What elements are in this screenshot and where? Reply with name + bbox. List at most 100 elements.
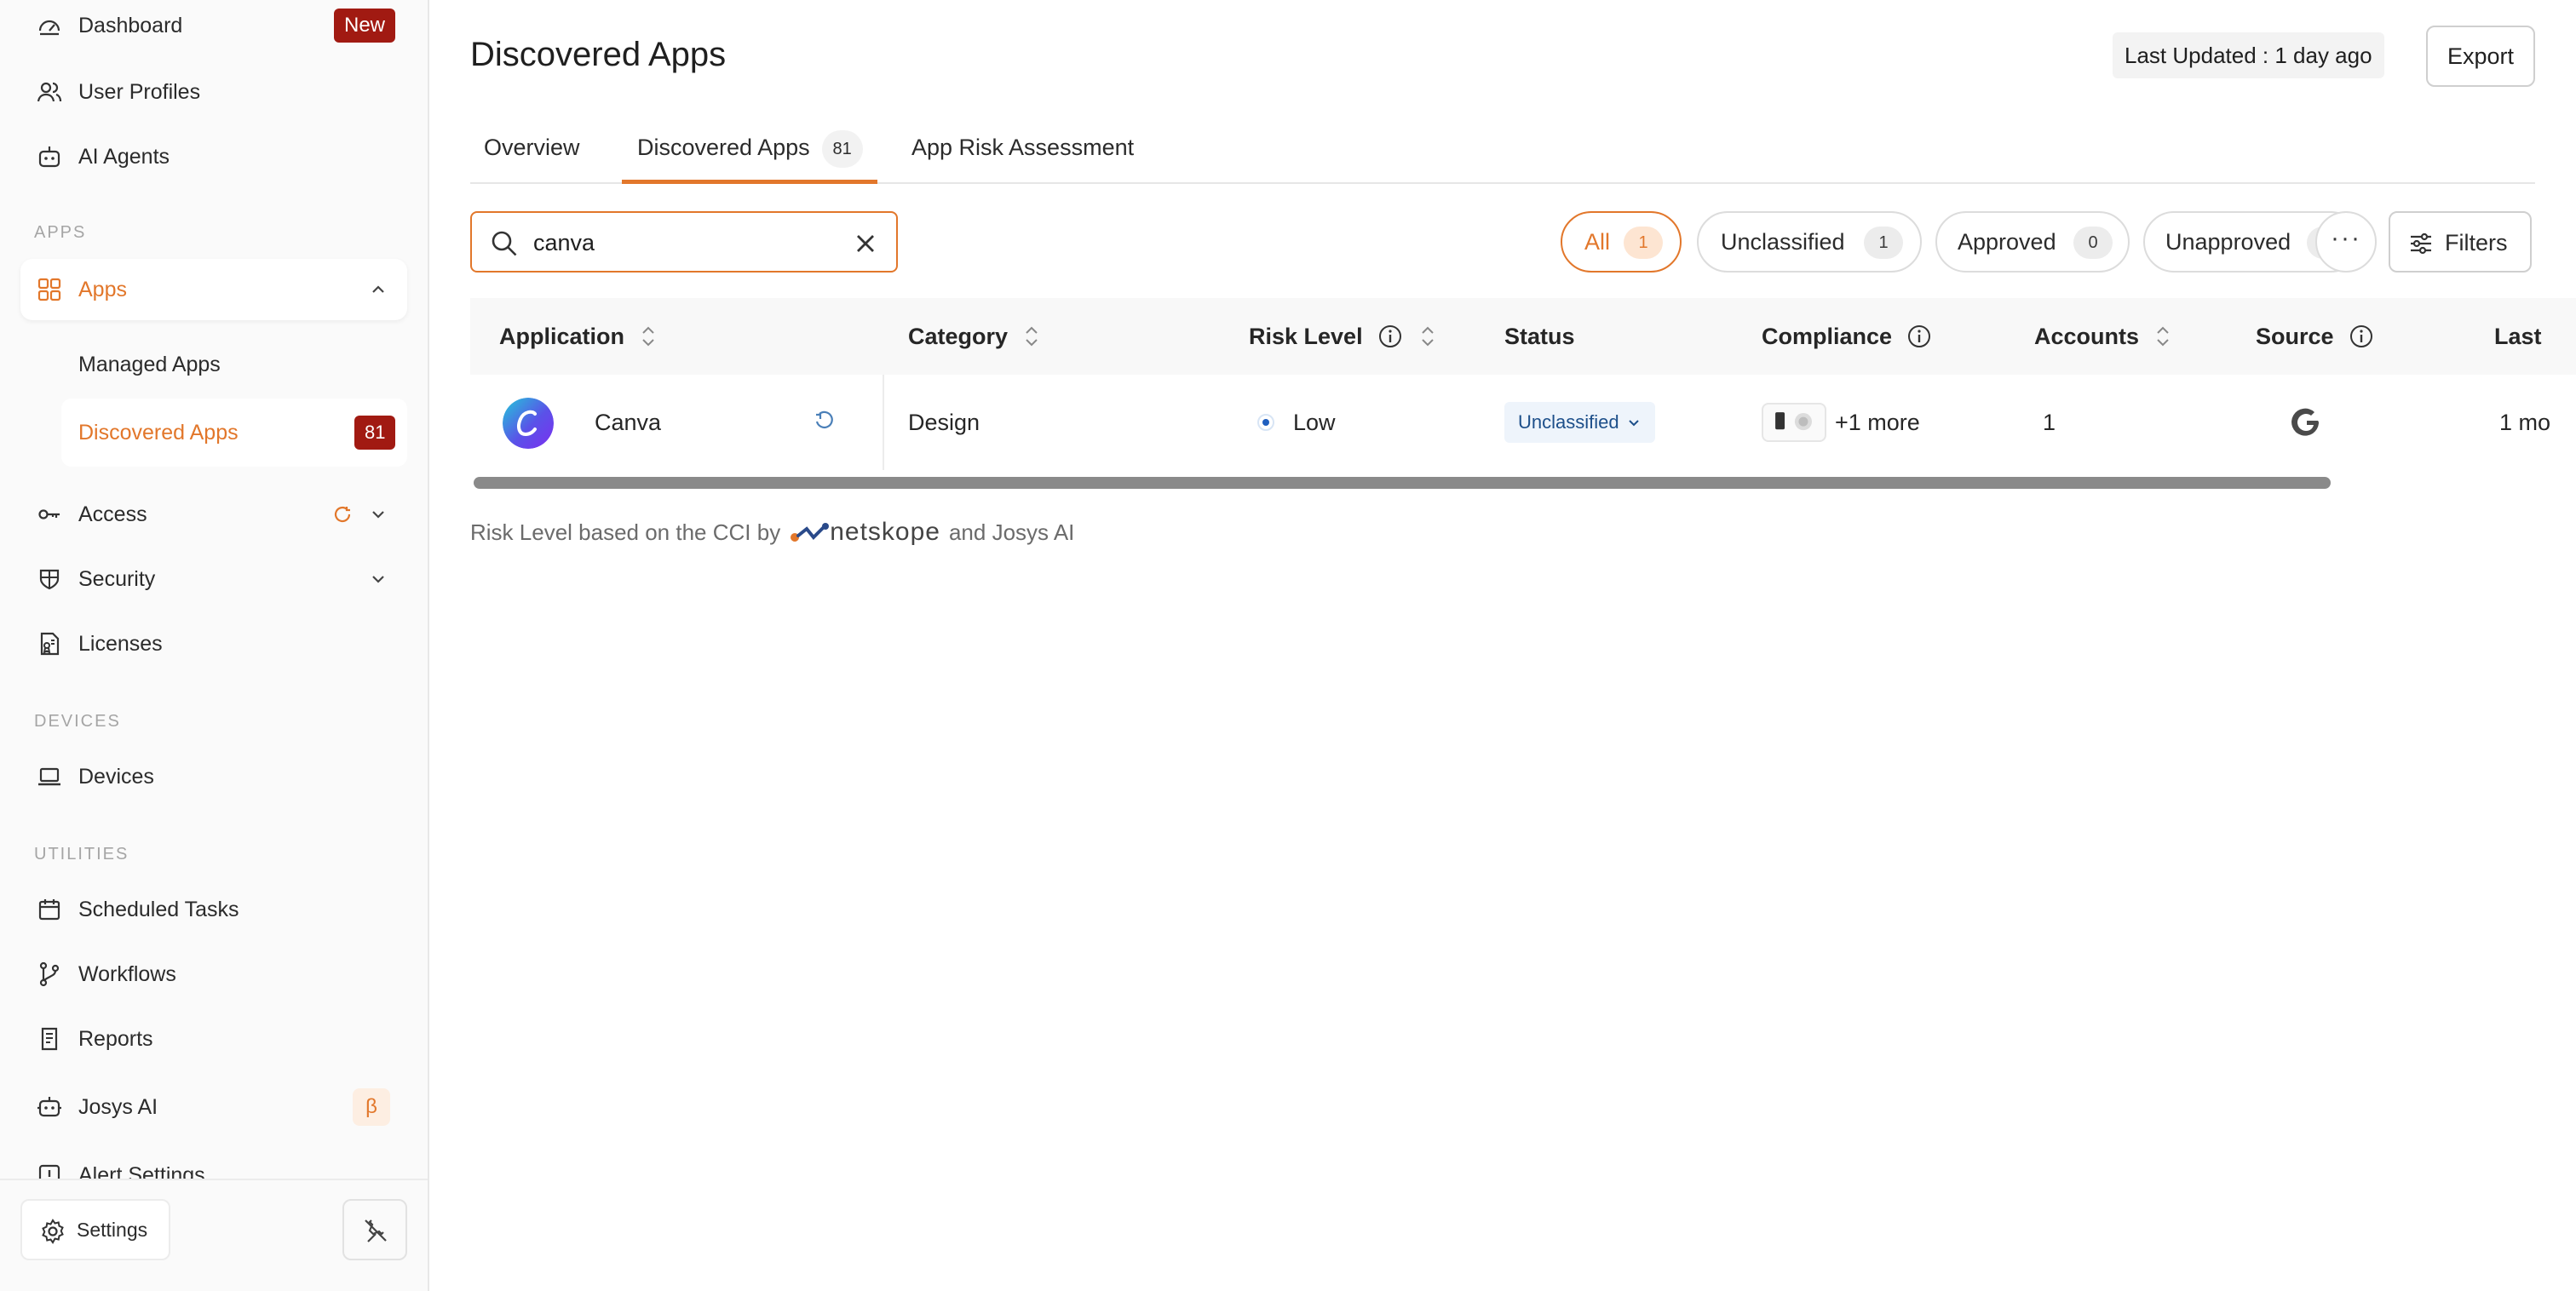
filter-chip-unclassified[interactable]: Unclassified 1 — [1697, 211, 1922, 273]
bot-icon — [37, 1097, 61, 1117]
sidebar-item-scheduled-tasks[interactable]: Scheduled Tasks — [20, 879, 407, 940]
column-header-source[interactable]: Source — [2256, 298, 2375, 375]
info-icon[interactable] — [2348, 323, 2375, 350]
info-icon[interactable] — [1377, 323, 1404, 350]
column-header-last[interactable]: Last — [2494, 298, 2542, 375]
sidebar-item-label: Apps — [78, 277, 127, 301]
sidebar-item-licenses[interactable]: Licenses — [20, 613, 407, 674]
sidebar-subitem-managed-apps[interactable]: Managed Apps — [61, 330, 407, 399]
sort-icon[interactable] — [2153, 321, 2173, 352]
footnote-suffix: and Josys AI — [948, 519, 1075, 545]
unpin-icon — [365, 1219, 387, 1242]
sidebar-item-user-profiles[interactable]: User Profiles — [20, 61, 407, 123]
column-header-category[interactable]: Category — [908, 298, 1042, 375]
source-cell — [2290, 375, 2324, 470]
compliance-cell: +1 more — [1762, 375, 1920, 470]
sidebar-footer: Settings — [0, 1179, 428, 1291]
compliance-badges[interactable] — [1762, 403, 1826, 442]
sort-icon[interactable] — [1021, 321, 1042, 352]
column-header-accounts[interactable]: Accounts — [2034, 298, 2173, 375]
apps-table: Application Category Risk Level Status C… — [470, 298, 2576, 494]
calendar-icon — [38, 899, 60, 921]
chip-count: 1 — [1624, 227, 1663, 259]
sidebar-item-label: Reports — [78, 1026, 153, 1051]
filters-label: Filters — [2445, 230, 2508, 255]
section-heading-devices: DEVICES — [34, 712, 121, 731]
sort-icon[interactable] — [1417, 321, 1438, 352]
table-row[interactable]: Canva Design Low Unclassified +1 more 1 — [470, 375, 2576, 470]
sidebar-item-label: Scheduled Tasks — [78, 897, 239, 921]
column-header-status[interactable]: Status — [1504, 298, 1575, 375]
filter-chip-approved[interactable]: Approved 0 — [1935, 211, 2130, 273]
sidebar-item-label: AI Agents — [78, 144, 170, 169]
sidebar-item-label: User Profiles — [78, 79, 201, 104]
sidebar-item-label: Alert Settings — [78, 1162, 205, 1179]
chip-count: 1 — [1864, 227, 1903, 259]
chevron-down-icon — [1628, 420, 1639, 427]
sidebar-item-apps[interactable]: Apps — [20, 259, 407, 320]
more-options-button[interactable]: ··· — [2315, 211, 2377, 273]
sidebar-item-label: Access — [78, 502, 147, 526]
tab-discovered-apps[interactable]: Discovered Apps 81 — [622, 118, 877, 184]
robot-icon — [38, 146, 60, 168]
key-icon — [38, 509, 60, 519]
column-label: Category — [908, 323, 1009, 349]
column-header-application[interactable]: Application — [499, 298, 658, 375]
filter-chip-all[interactable]: All 1 — [1561, 211, 1682, 273]
column-label: Application — [499, 323, 624, 349]
sidebar-item-label: Managed Apps — [78, 352, 221, 376]
column-header-compliance[interactable]: Compliance — [1762, 298, 1933, 375]
info-icon[interactable] — [1906, 323, 1933, 350]
tab-count-badge: 81 — [821, 129, 863, 168]
chip-label: Approved — [1958, 229, 2056, 255]
risk-level-cell: Low — [1257, 375, 1336, 470]
sidebar-item-dashboard[interactable]: Dashboard New — [20, 0, 407, 56]
sort-icon[interactable] — [638, 321, 658, 352]
settings-button[interactable]: Settings — [20, 1199, 170, 1260]
status-dropdown[interactable]: Unclassified — [1504, 402, 1655, 443]
sidebar-item-reports[interactable]: Reports — [20, 1008, 407, 1070]
tab-label: Discovered Apps — [637, 135, 810, 160]
unpin-sidebar-button[interactable] — [342, 1199, 407, 1260]
export-button[interactable]: Export — [2426, 26, 2535, 87]
sidebar-item-label: Security — [78, 566, 156, 591]
tab-bar: Overview Discovered Apps 81 App Risk Asse… — [470, 118, 2535, 184]
grid-icon — [37, 278, 61, 301]
horizontal-scrollbar[interactable] — [474, 477, 2331, 489]
sidebar-item-label: Devices — [78, 764, 154, 789]
sidebar-subitem-discovered-apps[interactable]: Discovered Apps 81 — [61, 399, 407, 467]
sidebar-item-devices[interactable]: Devices — [20, 746, 407, 807]
app-name[interactable]: Canva — [595, 375, 661, 470]
sidebar-item-access[interactable]: Access — [20, 484, 407, 545]
sidebar-item-workflows[interactable]: Workflows — [20, 944, 407, 1005]
sidebar-item-label: Licenses — [78, 631, 163, 656]
sync-icon — [334, 506, 351, 523]
compliance-more-link[interactable]: +1 more — [1835, 410, 1920, 436]
laptop-icon — [38, 767, 60, 786]
chevron-up-icon[interactable] — [368, 279, 388, 300]
filters-button[interactable]: Filters — [2389, 211, 2532, 273]
chip-label: Unapproved — [2165, 229, 2291, 255]
risk-level-text: Low — [1293, 409, 1336, 435]
sidebar-item-josys-ai[interactable]: Josys AI β — [20, 1076, 407, 1138]
count-badge: 81 — [354, 416, 396, 450]
sidebar-item-alert-settings[interactable]: Alert Settings — [20, 1145, 407, 1179]
chevron-down-icon[interactable] — [368, 569, 388, 589]
settings-label: Settings — [77, 1218, 148, 1241]
chevron-down-icon[interactable] — [368, 504, 388, 525]
last-cell: 1 mo — [2499, 409, 2551, 435]
search-input[interactable] — [533, 223, 823, 262]
shield-icon — [39, 569, 60, 590]
footnote-prefix: Risk Level based on the CCI by — [470, 519, 781, 545]
sidebar-item-ai-agents[interactable]: AI Agents — [20, 126, 407, 187]
column-label: Accounts — [2034, 323, 2140, 349]
chip-label: All — [1584, 229, 1611, 255]
clear-search-icon[interactable] — [850, 228, 881, 259]
sliders-icon — [2411, 232, 2431, 255]
canva-logo-icon — [503, 398, 554, 449]
column-header-risk-level[interactable]: Risk Level — [1249, 298, 1438, 375]
tab-app-risk-assessment[interactable]: App Risk Assessment — [911, 118, 1134, 184]
tab-overview[interactable]: Overview — [484, 118, 580, 184]
sidebar-item-security[interactable]: Security — [20, 548, 407, 610]
sync-status-icon — [815, 410, 833, 429]
